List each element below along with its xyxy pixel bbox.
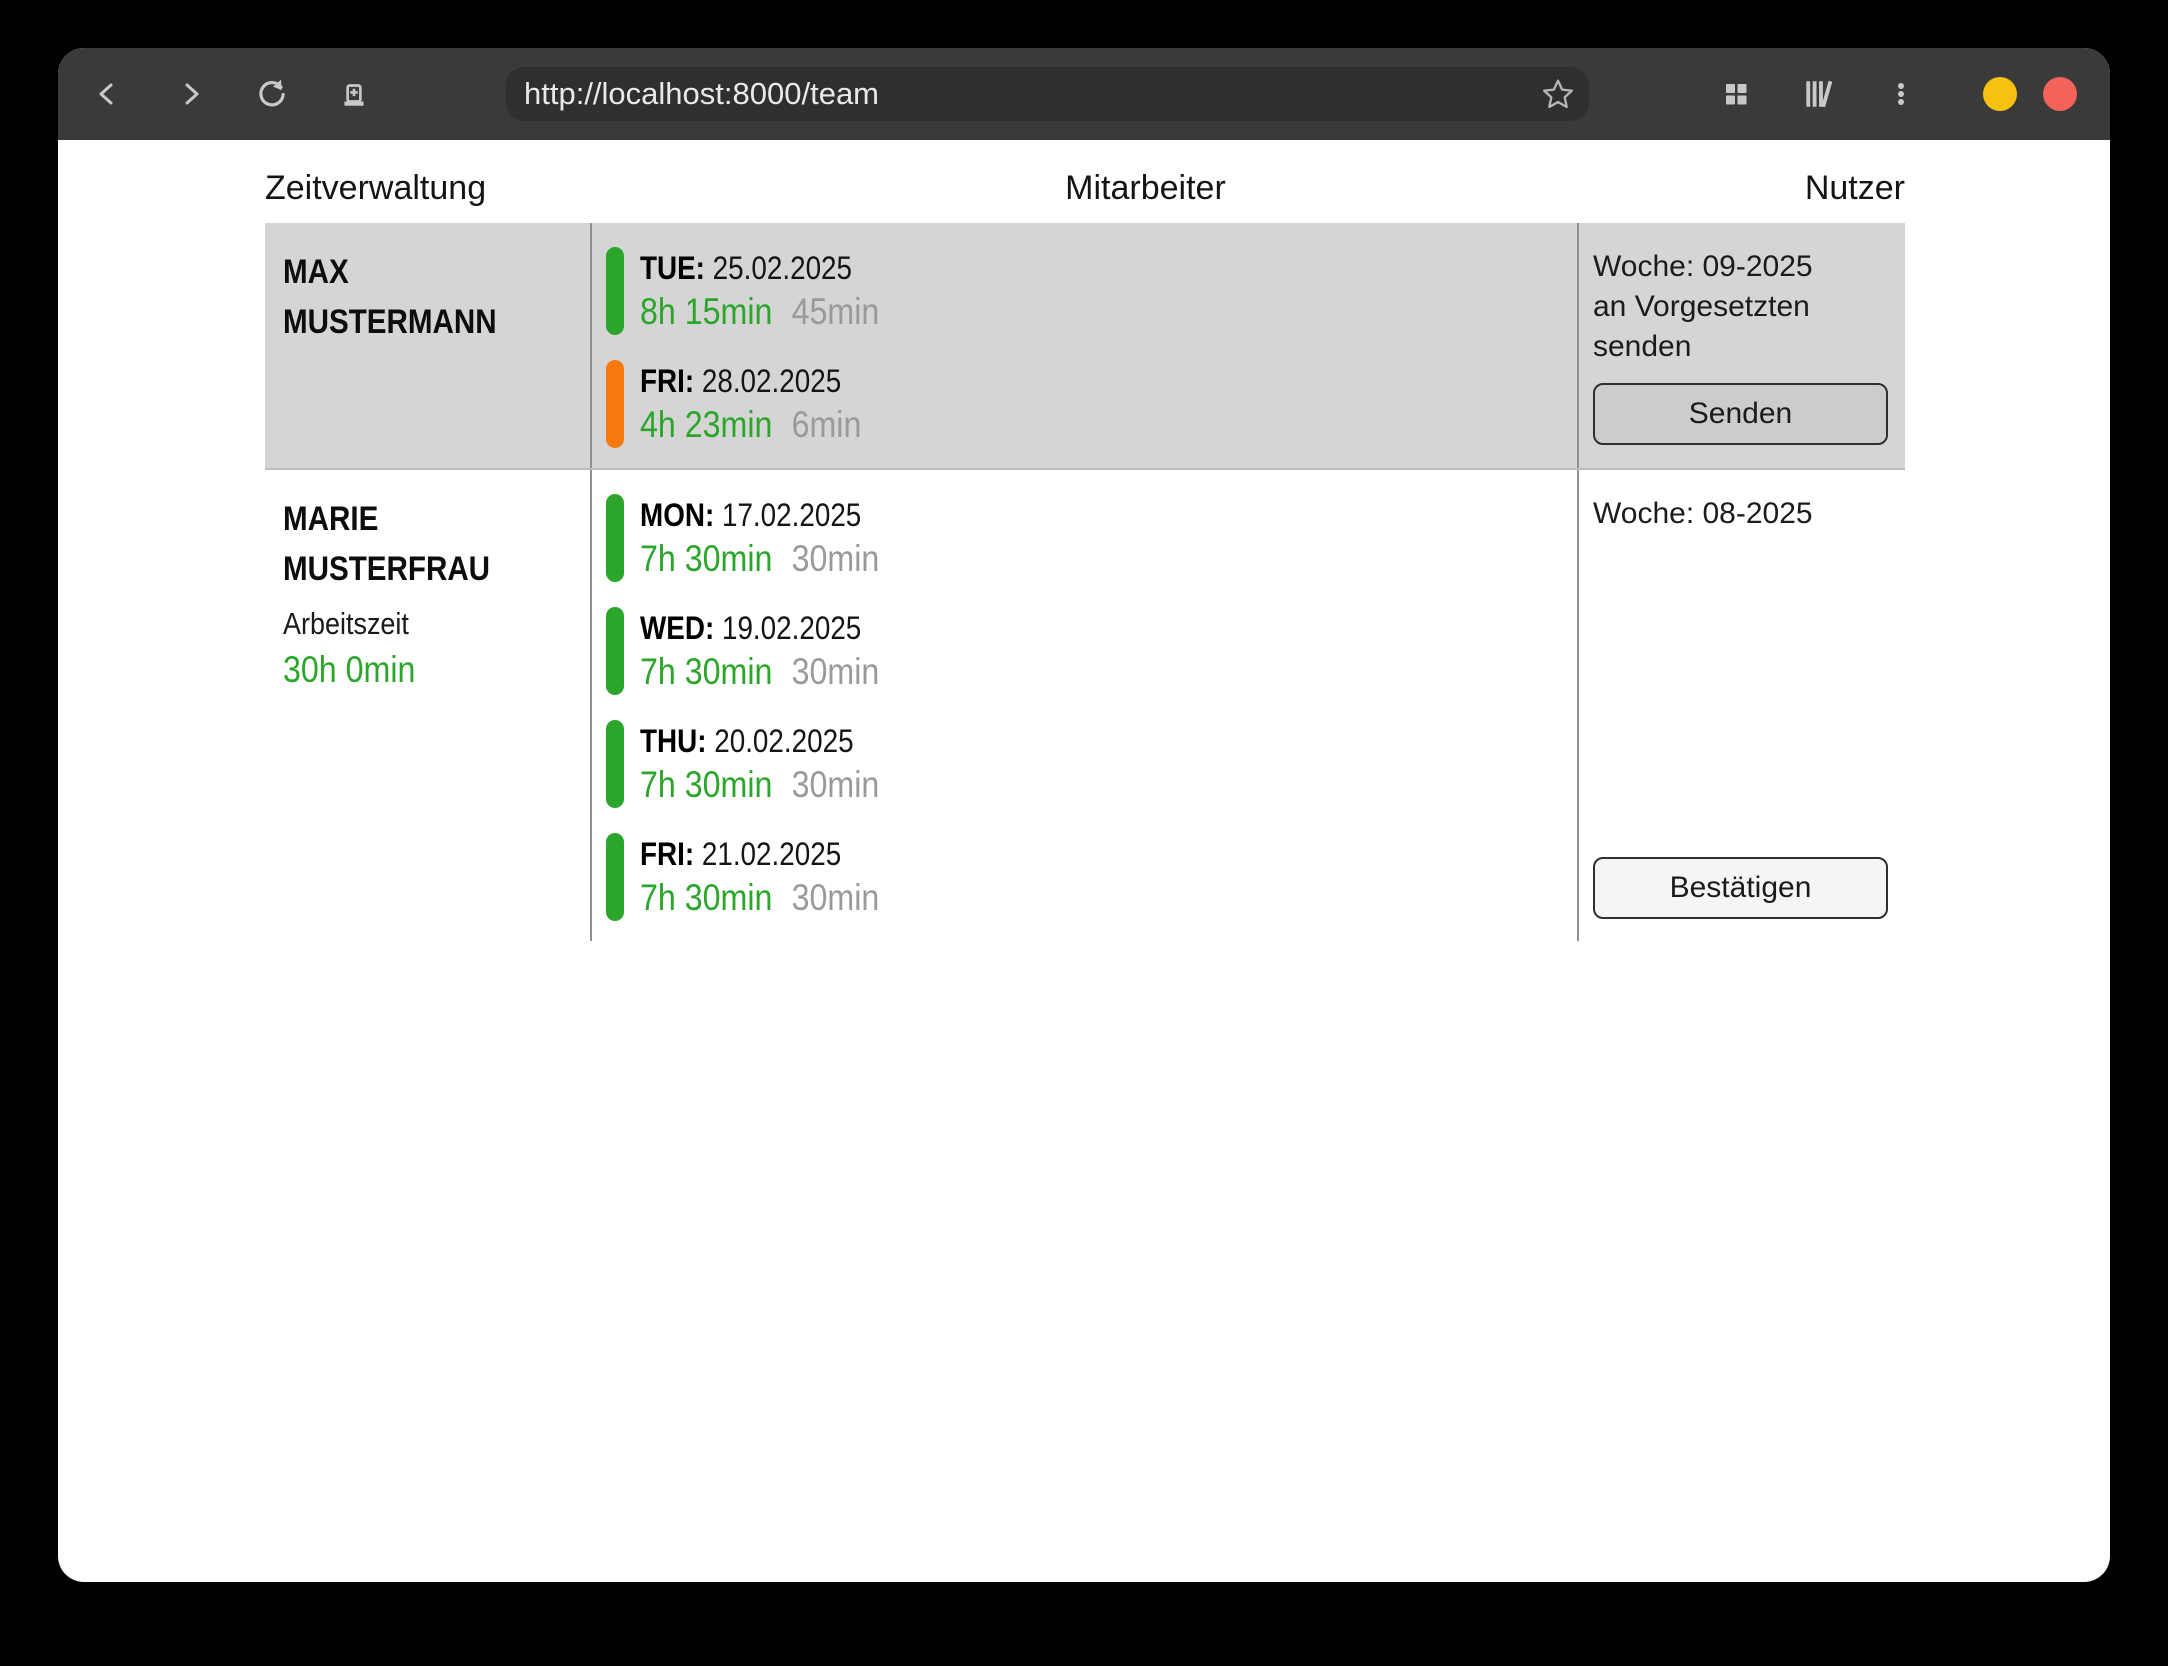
day-label: THU: (640, 723, 706, 759)
page-content: Zeitverwaltung Mitarbeiter Nutzer MAX MU… (58, 168, 2110, 941)
worktime-label: Arbeitszeit (283, 602, 550, 646)
chevron-left-icon (92, 78, 124, 110)
day-label: WED: (640, 610, 714, 646)
minimize-button[interactable] (1983, 77, 2017, 111)
spacer (1593, 534, 1888, 857)
library-icon (1801, 77, 1835, 111)
library-button[interactable] (1798, 74, 1838, 114)
day-entries-cell: TUE: 25.02.2025 8h 15min 45min FRI: 28.02… (590, 223, 1577, 468)
status-bar (606, 247, 624, 335)
grid-icon (1720, 78, 1752, 110)
day-label: MON: (640, 497, 714, 533)
nav-zeitverwaltung[interactable]: Zeitverwaltung (265, 168, 486, 208)
day-entries-cell: MON: 17.02.2025 7h 30min 30min WED: 19.02… (590, 470, 1577, 941)
date-value: 25.02.2025 (713, 250, 852, 286)
day-label: FRI: (640, 363, 694, 399)
tab-overview-button[interactable] (1716, 74, 1756, 114)
worked-time: 7h 30min (640, 877, 772, 918)
week-label-sub: an Vorgesetzten (1593, 287, 1888, 327)
status-bar (606, 607, 624, 695)
day-label: FRI: (640, 836, 694, 872)
pause-time: 30min (792, 538, 880, 579)
worktime-value: 30h 0min (283, 646, 550, 694)
employee-row-max-mustermann: MAX MUSTERMANN TUE: 25.02.2025 8h 15min 4… (265, 223, 1905, 470)
pause-time: 30min (792, 877, 880, 918)
top-navigation: Zeitverwaltung Mitarbeiter Nutzer (265, 168, 1905, 208)
forward-button[interactable] (170, 74, 210, 114)
nav-mitarbeiter[interactable]: Mitarbeiter (1065, 168, 1226, 208)
day-entry: TUE: 25.02.2025 8h 15min 45min (606, 247, 1577, 335)
nav-nutzer[interactable]: Nutzer (1805, 168, 1905, 208)
new-tab-button[interactable] (334, 74, 374, 114)
employee-name-line: MUSTERMANN (283, 297, 550, 347)
url-input[interactable]: http://localhost:8000/team (524, 76, 1541, 112)
status-bar (606, 833, 624, 921)
status-bar (606, 720, 624, 808)
status-bar (606, 494, 624, 582)
kebab-menu-icon (1885, 78, 1917, 110)
day-entry-text: FRI: 28.02.2025 4h 23min 6min (640, 360, 894, 448)
worked-time: 7h 30min (640, 764, 772, 805)
date-value: 19.02.2025 (722, 610, 861, 646)
employee-name-line: MAX (283, 247, 550, 297)
worked-time: 4h 23min (640, 404, 772, 445)
worked-time: 8h 15min (640, 291, 772, 332)
day-entry: WED: 19.02.2025 7h 30min 30min (606, 607, 1577, 695)
day-entry-text: THU: 20.02.2025 7h 30min 30min (640, 720, 915, 808)
browser-toolbar: http://localhost:8000/team (58, 48, 2110, 140)
week-action-cell: Woche: 09-2025 an Vorgesetzten senden Se… (1577, 223, 1905, 468)
chevron-right-icon (174, 78, 206, 110)
date-value: 21.02.2025 (702, 836, 841, 872)
date-value: 20.02.2025 (714, 723, 853, 759)
pause-time: 30min (792, 764, 880, 805)
close-button[interactable] (2043, 77, 2077, 111)
day-entry-text: TUE: 25.02.2025 8h 15min 45min (640, 247, 915, 335)
star-icon (1541, 77, 1575, 111)
reload-icon (255, 77, 289, 111)
day-label: TUE: (640, 250, 705, 286)
week-label: Woche: 08-2025 (1593, 494, 1888, 534)
status-bar (606, 360, 624, 448)
day-entry: FRI: 28.02.2025 4h 23min 6min (606, 360, 1577, 448)
menu-button[interactable] (1881, 74, 1921, 114)
url-bar[interactable]: http://localhost:8000/team (506, 67, 1589, 121)
browser-window: http://localhost:8000/team (58, 48, 2110, 1582)
employee-row-marie-musterfrau: MARIE MUSTERFRAU Arbeitszeit 30h 0min MO… (265, 470, 1905, 941)
employee-name-cell: MAX MUSTERMANN (265, 223, 590, 468)
week-label-sub: senden (1593, 327, 1888, 367)
back-button[interactable] (88, 74, 128, 114)
week-label: Woche: 09-2025 (1593, 247, 1888, 287)
day-entry: THU: 20.02.2025 7h 30min 30min (606, 720, 1577, 808)
worked-time: 7h 30min (640, 651, 772, 692)
reload-button[interactable] (252, 74, 292, 114)
day-entry: MON: 17.02.2025 7h 30min 30min (606, 494, 1577, 582)
worked-time: 7h 30min (640, 538, 772, 579)
employee-name-line: MUSTERFRAU (283, 544, 550, 594)
date-value: 28.02.2025 (702, 363, 841, 399)
week-action-cell: Woche: 08-2025 Bestätigen (1577, 470, 1905, 941)
day-entry-text: WED: 19.02.2025 7h 30min 30min (640, 607, 915, 695)
pause-time: 45min (792, 291, 880, 332)
date-value: 17.02.2025 (722, 497, 861, 533)
pause-time: 6min (792, 404, 862, 445)
employee-name-cell: MARIE MUSTERFRAU Arbeitszeit 30h 0min (265, 470, 590, 941)
senden-button[interactable]: Senden (1593, 383, 1888, 445)
day-entry: FRI: 21.02.2025 7h 30min 30min (606, 833, 1577, 921)
day-entry-text: FRI: 21.02.2025 7h 30min 30min (640, 833, 915, 921)
employee-name-line: MARIE (283, 494, 550, 544)
bestaetigen-button[interactable]: Bestätigen (1593, 857, 1888, 919)
pause-time: 30min (792, 651, 880, 692)
new-tab-icon (337, 77, 371, 111)
employee-table: MAX MUSTERMANN TUE: 25.02.2025 8h 15min 4… (265, 223, 1905, 941)
bookmark-button[interactable] (1541, 77, 1575, 111)
day-entry-text: MON: 17.02.2025 7h 30min 30min (640, 494, 915, 582)
